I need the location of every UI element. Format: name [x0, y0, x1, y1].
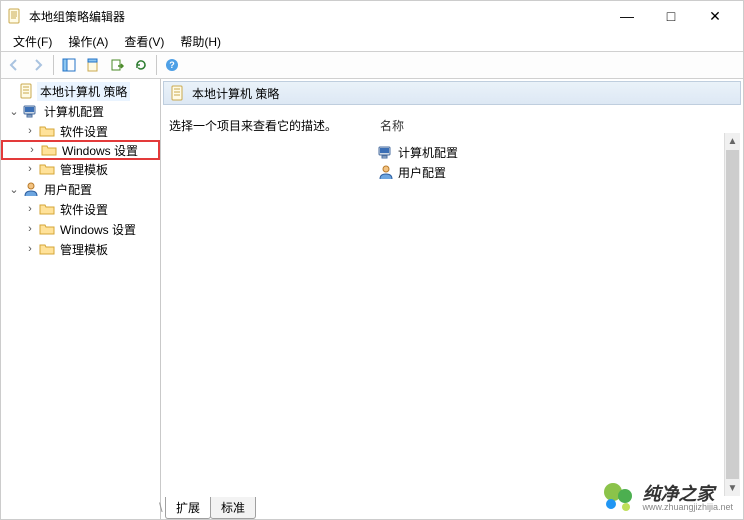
- watermark-logo-icon: [600, 483, 636, 513]
- folder-icon: [39, 221, 55, 237]
- refresh-button[interactable]: [130, 54, 152, 76]
- tree-root[interactable]: 本地计算机 策略: [1, 81, 160, 101]
- tab-extended[interactable]: 扩展: [165, 497, 211, 519]
- watermark-text: 纯净之家: [642, 485, 733, 503]
- window-controls: — □ ✕: [605, 1, 737, 31]
- expand-icon[interactable]: ›: [23, 125, 37, 137]
- expand-icon[interactable]: ›: [25, 144, 39, 156]
- tree-user-software-settings[interactable]: › 软件设置: [1, 199, 160, 219]
- back-button[interactable]: [3, 54, 25, 76]
- expand-icon[interactable]: ›: [23, 243, 37, 255]
- window-title: 本地组策略编辑器: [29, 8, 605, 25]
- help-button[interactable]: ?: [161, 54, 183, 76]
- menu-view[interactable]: 查看(V): [116, 31, 172, 52]
- expand-icon[interactable]: ›: [23, 223, 37, 235]
- minimize-button[interactable]: —: [605, 1, 649, 31]
- toolbar-separator: [53, 55, 54, 75]
- policy-icon: [19, 83, 35, 99]
- scroll-thumb[interactable]: [726, 150, 739, 479]
- tree-label: 管理模板: [57, 240, 111, 259]
- computer-icon: [23, 103, 39, 119]
- computer-icon: [378, 144, 394, 160]
- tree-label: 用户配置: [41, 180, 95, 199]
- tree-label: 软件设置: [57, 122, 111, 141]
- collapse-icon[interactable]: ⌄: [7, 105, 21, 118]
- toolbar-separator: [156, 55, 157, 75]
- content-header-title: 本地计算机 策略: [192, 85, 279, 102]
- watermark-url: www.zhuangjizhijia.net: [642, 503, 733, 512]
- content-header: 本地计算机 策略: [163, 81, 741, 105]
- list-item-label: 计算机配置: [398, 144, 458, 161]
- menu-action[interactable]: 操作(A): [60, 31, 116, 52]
- app-icon: [7, 8, 23, 24]
- user-icon: [378, 164, 394, 180]
- folder-icon: [39, 161, 55, 177]
- list-item-label: 用户配置: [398, 164, 446, 181]
- tree-root-label: 本地计算机 策略: [37, 82, 130, 101]
- forward-button[interactable]: [27, 54, 49, 76]
- user-icon: [23, 181, 39, 197]
- folder-icon: [39, 201, 55, 217]
- tab-standard[interactable]: 标准: [210, 497, 256, 519]
- close-button[interactable]: ✕: [693, 1, 737, 31]
- tree-label: Windows 设置: [59, 141, 141, 160]
- menu-file[interactable]: 文件(F): [5, 31, 60, 52]
- expand-icon[interactable]: ›: [23, 203, 37, 215]
- collapse-icon[interactable]: ⌄: [7, 183, 21, 196]
- export-list-button[interactable]: [106, 54, 128, 76]
- properties-button[interactable]: [82, 54, 104, 76]
- result-pane: 本地计算机 策略 选择一个项目来查看它的描述。 名称 计算机配置 用户配置: [161, 79, 743, 519]
- folder-icon: [39, 241, 55, 257]
- list-item-user-config[interactable]: 用户配置: [378, 162, 735, 182]
- policy-icon: [170, 85, 186, 101]
- description-prompt: 选择一个项目来查看它的描述。: [169, 117, 369, 134]
- menu-help[interactable]: 帮助(H): [172, 31, 229, 52]
- tree-label: 软件设置: [57, 200, 111, 219]
- show-hide-tree-button[interactable]: [58, 54, 80, 76]
- tree-user-windows-settings[interactable]: › Windows 设置: [1, 219, 160, 239]
- watermark: 纯净之家 www.zhuangjizhijia.net: [600, 483, 733, 513]
- scroll-up-icon[interactable]: ▲: [725, 133, 740, 149]
- tree-label: Windows 设置: [57, 220, 139, 239]
- tree-user-admin-templates[interactable]: › 管理模板: [1, 239, 160, 259]
- titlebar: 本地组策略编辑器 — □ ✕: [1, 1, 743, 31]
- toolbar: ?: [1, 51, 743, 79]
- maximize-button[interactable]: □: [649, 1, 693, 31]
- vertical-scrollbar[interactable]: ▲ ▼: [724, 133, 740, 496]
- tree-computer-config[interactable]: ⌄ 计算机配置: [1, 101, 160, 121]
- menubar: 文件(F) 操作(A) 查看(V) 帮助(H): [1, 31, 743, 51]
- expand-icon[interactable]: ›: [23, 163, 37, 175]
- tree-software-settings[interactable]: › 软件设置: [1, 121, 160, 141]
- name-column-header[interactable]: 名称: [378, 117, 735, 134]
- tree-label: 管理模板: [57, 160, 111, 179]
- tree-windows-settings[interactable]: › Windows 设置: [1, 140, 160, 160]
- tree-user-config[interactable]: ⌄ 用户配置: [1, 179, 160, 199]
- folder-icon: [41, 142, 57, 158]
- svg-text:?: ?: [169, 60, 175, 70]
- tree-admin-templates[interactable]: › 管理模板: [1, 159, 160, 179]
- list-item-computer-config[interactable]: 计算机配置: [378, 142, 735, 162]
- folder-icon: [39, 123, 55, 139]
- console-tree[interactable]: 本地计算机 策略 ⌄ 计算机配置 › 软件设置 › Windows 设置 › 管: [1, 79, 161, 519]
- tree-label: 计算机配置: [41, 102, 107, 121]
